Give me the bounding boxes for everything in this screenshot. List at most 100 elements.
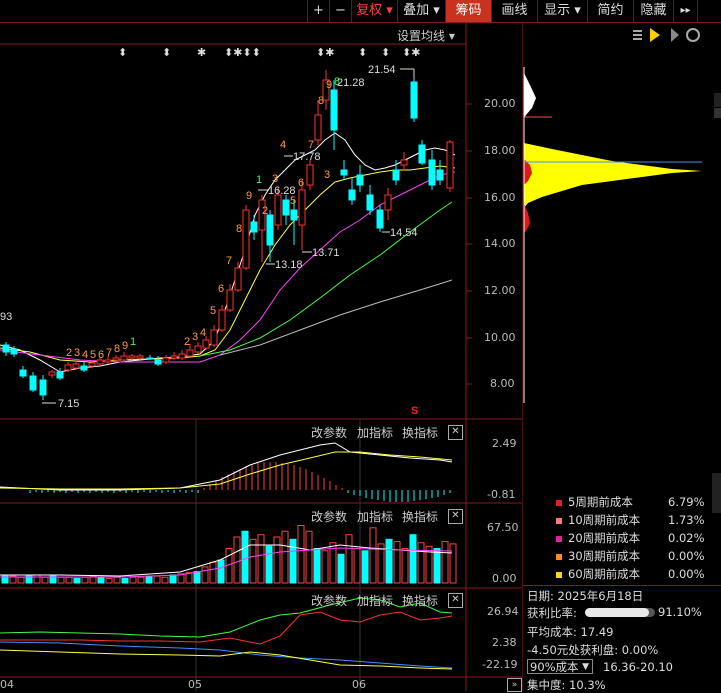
candle	[218, 305, 226, 332]
kdj-switch-indicator-button[interactable]: 换指标	[402, 592, 438, 609]
price-label-1778: 17.78	[293, 151, 321, 163]
chouma-button[interactable]: 筹码	[445, 0, 491, 22]
xianshi-dropdown[interactable]: 显示 ▾	[537, 0, 587, 22]
vol-switch-indicator-button[interactable]: 换指标	[402, 508, 438, 525]
candle-body	[39, 379, 47, 396]
volume-bar	[369, 527, 377, 584]
td-count-label: 2	[66, 347, 72, 359]
macd-bars	[29, 462, 451, 502]
candle-body	[446, 141, 454, 189]
vol-add-indicator-button[interactable]: 加指标	[357, 508, 393, 525]
volume-bar	[449, 543, 457, 584]
candle	[29, 372, 37, 392]
td-count-label: 8	[236, 223, 242, 235]
candle-body	[428, 159, 436, 186]
cost-percent-select[interactable]: 90%成本 ▼	[527, 659, 593, 674]
candle	[242, 205, 250, 270]
macd-add-indicator-button[interactable]: 加指标	[357, 424, 393, 441]
x-tick-label: 04	[0, 678, 14, 691]
y-tick-label: 16.00	[484, 191, 516, 204]
zoom-out-button[interactable]: −	[329, 0, 351, 22]
macd-close-icon[interactable]: ✕	[448, 425, 463, 440]
y-tick-label: 10.00	[484, 331, 516, 344]
volume-bar	[41, 576, 49, 584]
macd-switch-indicator-button[interactable]: 换指标	[402, 424, 438, 441]
event-markers: ⬍ ⬍ ✱ ⬍✱⬍⬍ ⬍✱ ⬍ ⬍ ⬍✱	[118, 46, 420, 59]
kline-chart[interactable]: 2 3 4 5 6 7 8 9 1 2 3 456789123456789 83 93 7.15 21.…	[0, 23, 522, 691]
chip-legend-row: 30周期前成本	[556, 548, 640, 564]
fuquan-dropdown[interactable]: 复权 ▾	[351, 0, 397, 22]
td-count-label: 4	[200, 327, 206, 339]
chip-date: 日期: 2025年6月18日	[527, 589, 644, 603]
candle	[298, 180, 306, 250]
candle-body	[282, 199, 290, 216]
ma-settings-button[interactable]: 设置均线 ▾	[397, 27, 455, 44]
candle	[80, 362, 88, 372]
kdj-add-indicator-button[interactable]: 加指标	[357, 592, 393, 609]
vol-close-icon[interactable]: ✕	[448, 509, 463, 524]
zoom-in-button[interactable]: +	[307, 0, 329, 22]
candle-body	[56, 371, 64, 379]
candle-body	[186, 349, 194, 357]
volume-bar	[361, 550, 369, 584]
expand-button[interactable]: ▸▸	[673, 0, 697, 22]
profit-ratio-label: 获利比率:	[527, 606, 577, 620]
candle	[436, 160, 444, 185]
candle-body	[306, 164, 314, 186]
candle-body	[170, 355, 178, 359]
candle	[306, 160, 314, 190]
volume-bar	[321, 550, 329, 584]
toolbar-end	[697, 0, 721, 22]
legend-label: 5周期前成本	[568, 495, 633, 509]
left-cut-label: 93	[0, 311, 12, 323]
kdj-params-button[interactable]: 改参数	[311, 592, 347, 609]
candle	[400, 152, 408, 170]
kdj-y-tick: 2.38	[492, 636, 517, 649]
volume-bar	[209, 561, 217, 584]
divider	[522, 585, 721, 586]
td-count-label: 7	[226, 255, 232, 267]
td-count-label: 6	[298, 177, 304, 189]
yincang-button[interactable]: 隐藏	[633, 0, 673, 22]
candle-body	[330, 89, 338, 131]
volume-bar	[145, 575, 153, 584]
candle-body	[410, 81, 418, 119]
candle	[384, 188, 392, 220]
candle-body	[80, 365, 88, 371]
high-price-label: 21.54	[368, 64, 396, 76]
chip-toolbar-icons	[633, 28, 700, 42]
volume-bar	[17, 576, 25, 584]
candle-body	[226, 289, 234, 311]
diejia-dropdown[interactable]: 叠加 ▾	[397, 0, 445, 22]
candle-body	[384, 194, 392, 211]
profit-ratio-bar	[585, 608, 655, 617]
macd-params-button[interactable]: 改参数	[311, 424, 347, 441]
vol-params-button[interactable]: 改参数	[311, 508, 347, 525]
candle	[112, 355, 120, 362]
chip-legend-row: 5周期前成本	[556, 494, 633, 510]
profit-ratio-fill	[585, 608, 649, 617]
macd-y-tick: 2.49	[492, 437, 517, 450]
kdj-close-icon[interactable]: ✕	[448, 593, 463, 608]
legend-color-dot	[556, 571, 562, 578]
volume-bar	[393, 541, 401, 584]
huaxian-button[interactable]: 画线	[491, 0, 537, 22]
sell-signal-label: S	[411, 405, 418, 417]
legend-value: 0.00%	[668, 567, 705, 581]
legend-color-dot	[556, 553, 562, 560]
scroll-right-icon[interactable]: »	[507, 678, 522, 692]
volume-bar	[113, 576, 121, 584]
legend-label: 60周期前成本	[568, 567, 641, 581]
price-label-2128: 21.28	[337, 77, 365, 89]
price-label-1371: 13.71	[312, 247, 340, 259]
volume-bar	[121, 577, 129, 584]
kdj-y-tick: 26.94	[487, 605, 519, 618]
candle-body	[418, 144, 426, 164]
candle-body	[10, 348, 18, 355]
macd-dif-line	[0, 442, 453, 491]
volume-bar	[417, 542, 425, 584]
td-count-label: 6	[218, 283, 224, 295]
volume-bar	[161, 576, 169, 584]
candle-body	[436, 169, 444, 181]
jianyue-button[interactable]: 简约	[587, 0, 633, 22]
